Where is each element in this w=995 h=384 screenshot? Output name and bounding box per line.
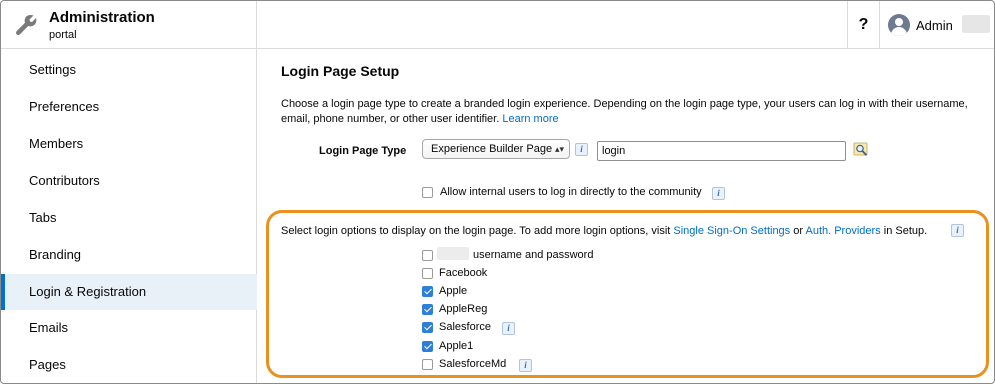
login-page-name-input[interactable]: [597, 141, 846, 161]
sidebar-item-login-registration[interactable]: Login & Registration: [1, 274, 257, 310]
login-options-description-text: Select login options to display on the l…: [281, 225, 671, 237]
description-line-1: Choose a login page type to create a bra…: [281, 98, 968, 110]
app-title: Administration: [49, 9, 155, 26]
auth-providers-link[interactable]: Auth. Providers: [805, 225, 880, 237]
avatar-icon: [888, 14, 910, 36]
option-applereg-checkbox[interactable]: [422, 304, 433, 315]
option-salesforcemd-label: SalesforceMd: [439, 358, 507, 370]
in-setup-text: in Setup.: [883, 225, 928, 237]
sidebar-item-settings[interactable]: Settings: [1, 52, 257, 88]
option-salesforcemd-checkbox[interactable]: [422, 359, 433, 370]
sidebar-nav: Settings Preferences Members Contributor…: [1, 49, 257, 383]
select-arrows-icon: ▴▾: [554, 144, 564, 154]
single-sign-on-settings-link[interactable]: Single Sign-On Settings: [673, 225, 790, 237]
user-menu-button[interactable]: Admin: [880, 1, 994, 49]
allow-internal-users-label: Allow internal users to log in directly …: [440, 186, 702, 198]
sidebar-item-emails[interactable]: Emails: [1, 310, 257, 346]
redacted-option-prefix: [437, 247, 469, 260]
info-icon[interactable]: i: [712, 187, 725, 200]
help-button[interactable]: ?: [847, 1, 880, 49]
learn-more-link[interactable]: Learn more: [502, 113, 558, 125]
lookup-icon[interactable]: [853, 142, 869, 158]
or-text: or: [793, 225, 804, 237]
option-apple1-checkbox[interactable]: [422, 341, 433, 352]
main-content: Login Page Setup Choose a login page typ…: [257, 49, 994, 383]
app-subtitle: portal: [49, 29, 77, 41]
wrench-icon: [16, 15, 37, 35]
page-title: Login Page Setup: [281, 63, 400, 79]
login-page-type-label: Login Page Type: [319, 145, 407, 157]
sidebar-item-members[interactable]: Members: [1, 126, 257, 162]
login-options-description: Select login options to display on the l…: [281, 225, 927, 237]
info-icon[interactable]: i: [519, 359, 532, 372]
option-apple-checkbox[interactable]: [422, 286, 433, 297]
sidebar-item-tabs[interactable]: Tabs: [1, 200, 257, 236]
option-applereg-label: AppleReg: [439, 303, 488, 315]
app-frame: Administration portal ? Admin Settings P…: [0, 0, 995, 384]
option-facebook-checkbox[interactable]: [422, 268, 433, 279]
info-icon[interactable]: i: [502, 322, 515, 335]
redacted-user-name: [962, 15, 990, 33]
info-icon[interactable]: i: [951, 224, 964, 237]
option-apple1-label: Apple1: [439, 340, 474, 352]
login-page-type-value: Experience Builder Page: [431, 143, 553, 155]
option-facebook-label: Facebook: [439, 267, 488, 279]
header-spacer: [257, 1, 847, 49]
info-icon[interactable]: i: [575, 143, 588, 156]
sidebar-item-preferences[interactable]: Preferences: [1, 89, 257, 125]
description-line-2: email, phone number, or other user ident…: [281, 112, 994, 127]
user-name: Admin: [916, 18, 953, 33]
option-username-password-checkbox[interactable]: [422, 250, 433, 261]
option-username-password-label: username and password: [473, 249, 594, 261]
description-line-2-text: email, phone number, or other user ident…: [281, 113, 500, 125]
app-header-title-area: Administration portal: [1, 1, 257, 49]
page-description: Choose a login page type to create a bra…: [281, 97, 994, 127]
sidebar-item-branding[interactable]: Branding: [1, 237, 257, 273]
sidebar-item-pages[interactable]: Pages: [1, 347, 257, 383]
sidebar-item-contributors[interactable]: Contributors: [1, 163, 257, 199]
allow-internal-users-checkbox[interactable]: [422, 187, 433, 198]
login-page-type-select[interactable]: Experience Builder Page ▴▾: [422, 139, 570, 159]
option-salesforce-label: Salesforce: [439, 321, 491, 333]
option-apple-label: Apple: [439, 285, 468, 297]
option-salesforce-checkbox[interactable]: [422, 322, 433, 333]
